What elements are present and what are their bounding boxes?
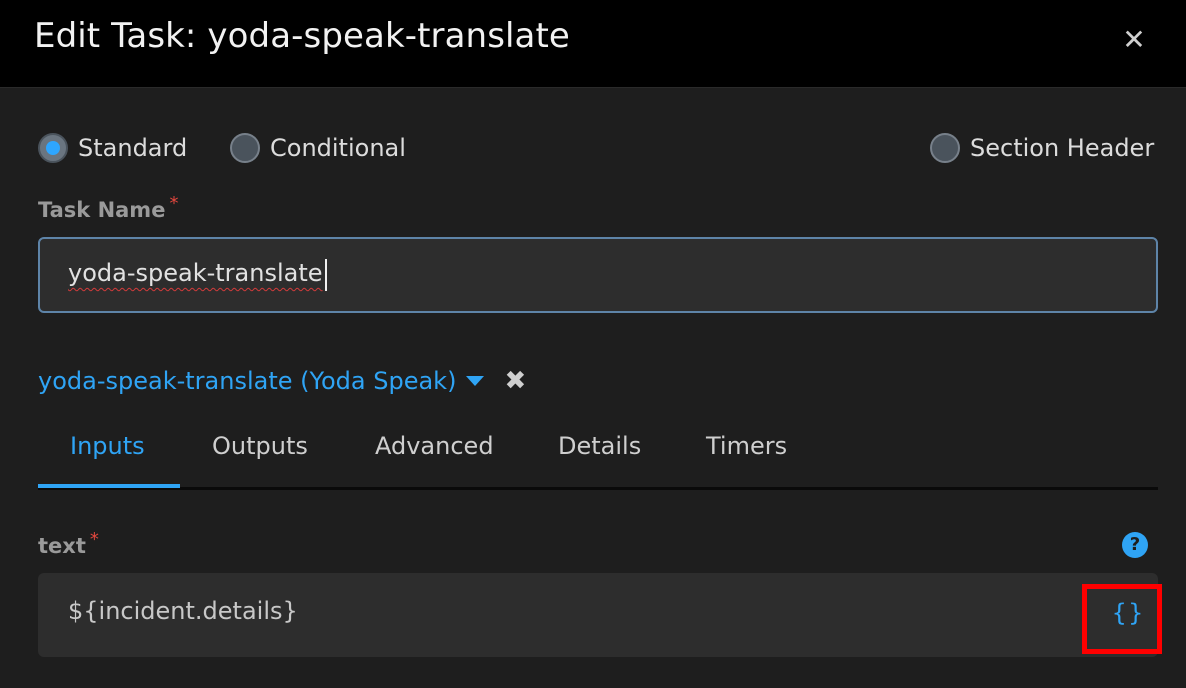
radio-selected-icon[interactable] — [38, 133, 68, 163]
radio-section-header-label: Section Header — [970, 134, 1155, 162]
integration-link[interactable]: yoda-speak-translate (Yoda Speak) — [38, 367, 456, 395]
radio-section-header[interactable]: Section Header — [930, 133, 1154, 163]
text-caret — [325, 259, 327, 291]
dialog-title: Edit Task: yoda-speak-translate — [34, 16, 570, 56]
text-field-value[interactable]: ${incident.details} — [68, 597, 298, 625]
text-field-label-text: text — [38, 534, 86, 558]
close-icon[interactable]: ✕ — [1120, 26, 1148, 54]
active-tab-indicator — [38, 484, 180, 488]
required-marker: * — [169, 193, 179, 214]
radio-conditional-label: Conditional — [270, 134, 406, 162]
radio-standard[interactable]: Standard — [38, 133, 187, 163]
radio-standard-label: Standard — [78, 134, 188, 162]
tab-outputs[interactable]: Outputs — [212, 432, 308, 460]
radio-unselected-icon[interactable] — [930, 133, 960, 163]
remove-icon[interactable]: ✖ — [504, 366, 526, 396]
tab-advanced[interactable]: Advanced — [375, 432, 494, 460]
text-field-label: text * — [38, 529, 99, 558]
tab-details[interactable]: Details — [558, 432, 641, 460]
expression-editor-button[interactable]: {} — [1082, 584, 1162, 654]
tab-timers[interactable]: Timers — [706, 432, 787, 460]
radio-conditional[interactable]: Conditional — [230, 133, 406, 163]
curly-braces-icon[interactable]: {} — [1112, 599, 1145, 627]
task-name-input[interactable]: yoda-speak-translate — [38, 237, 1158, 313]
caret-down-icon[interactable] — [466, 376, 485, 386]
required-marker: * — [89, 529, 99, 550]
text-field-input[interactable]: ${incident.details} — [38, 573, 1158, 657]
task-name-value[interactable]: yoda-speak-translate — [68, 259, 323, 287]
integration-selector[interactable]: yoda-speak-translate (Yoda Speak) ✖ — [38, 366, 526, 396]
dialog-header: Edit Task: yoda-speak-translate ✕ — [0, 0, 1186, 88]
tab-inputs[interactable]: Inputs — [70, 432, 145, 460]
task-name-label-text: Task Name — [38, 198, 166, 222]
radio-unselected-icon[interactable] — [230, 133, 260, 163]
help-icon[interactable]: ? — [1122, 532, 1148, 558]
task-name-label: Task Name * — [38, 193, 178, 222]
tab-bar: Inputs Outputs Advanced Details Timers — [38, 420, 1158, 490]
